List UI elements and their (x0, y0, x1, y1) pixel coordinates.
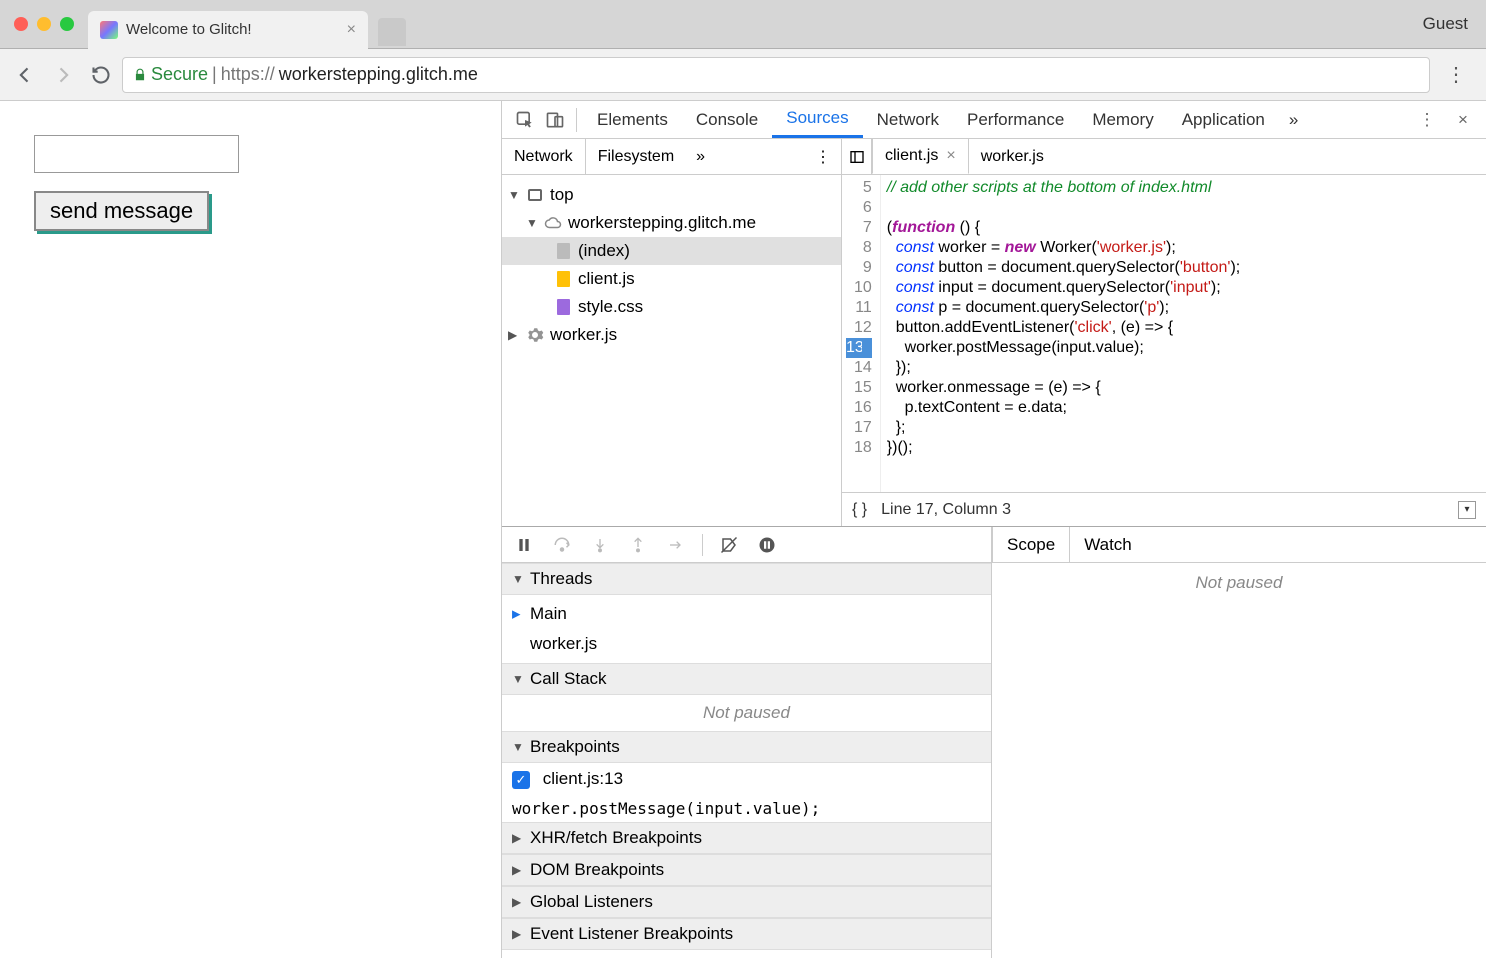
code-editor-pane: client.js×worker.js 56789101112131415161… (842, 139, 1486, 526)
page-content: send message (0, 101, 502, 958)
document-icon (557, 243, 570, 259)
js-file-icon (557, 271, 570, 287)
format-button[interactable]: { } (852, 501, 867, 519)
devtools-close-button[interactable]: × (1448, 105, 1478, 135)
tree-label: top (550, 185, 574, 205)
devtools-tab-console[interactable]: Console (682, 101, 772, 138)
breakpoint-checkbox[interactable]: ✓ (512, 771, 530, 789)
breakpoint-label: client.js:13 (543, 769, 623, 788)
event-listener-breakpoints-header[interactable]: ▶Event Listener Breakpoints (502, 918, 991, 950)
devtools-tab-elements[interactable]: Elements (583, 101, 682, 138)
file-tab-client-js[interactable]: client.js× (872, 139, 969, 174)
devtools-tab-network[interactable]: Network (863, 101, 953, 138)
tree-file-stylecss[interactable]: style.css (502, 293, 841, 321)
devtools-tab-sources[interactable]: Sources (772, 101, 862, 138)
address-toolbar: Secure | https://workerstepping.glitch.m… (0, 49, 1486, 101)
pause-on-exceptions-button[interactable] (755, 533, 779, 557)
inspect-element-button[interactable] (510, 105, 540, 135)
code-editor[interactable]: 56789101112131415161718 // add other scr… (842, 175, 1486, 492)
navigator-menu[interactable]: ⋮ (805, 147, 841, 167)
navigator-tab-filesystem[interactable]: Filesystem (586, 139, 686, 174)
reload-button[interactable] (84, 58, 118, 92)
debugger-toolbar (502, 527, 991, 563)
thread-main[interactable]: Main (502, 599, 991, 629)
address-bar[interactable]: Secure | https://workerstepping.glitch.m… (122, 57, 1430, 93)
callstack-status: Not paused (502, 695, 991, 731)
window-maximize-button[interactable] (60, 17, 74, 31)
favicon-icon (100, 21, 118, 39)
gear-icon (526, 326, 544, 344)
step-into-button[interactable] (588, 533, 612, 557)
step-button[interactable] (664, 533, 688, 557)
tree-label: workerstepping.glitch.me (568, 213, 756, 233)
tab-title: Welcome to Glitch! (126, 21, 339, 38)
url-host: workerstepping.glitch.me (279, 64, 478, 85)
breakpoint-code: worker.postMessage(input.value); (502, 795, 991, 822)
window-minimize-button[interactable] (37, 17, 51, 31)
tree-frame-top[interactable]: ▼ top (502, 181, 841, 209)
file-tab-worker-js[interactable]: worker.js (969, 139, 1056, 174)
step-over-button[interactable] (550, 533, 574, 557)
tree-file-index[interactable]: (index) (502, 237, 841, 265)
browser-menu-button[interactable]: ⋮ (1434, 62, 1478, 87)
css-file-icon (557, 299, 570, 315)
devtools-tabbar: ElementsConsoleSourcesNetworkPerformance… (502, 101, 1486, 139)
step-out-button[interactable] (626, 533, 650, 557)
back-button[interactable] (8, 58, 42, 92)
tree-domain[interactable]: ▼ workerstepping.glitch.me (502, 209, 841, 237)
profile-label[interactable]: Guest (1423, 14, 1468, 34)
devtools-tab-memory[interactable]: Memory (1078, 101, 1167, 138)
thread-worker[interactable]: worker.js (502, 629, 991, 659)
forward-button[interactable] (46, 58, 80, 92)
tree-file-clientjs[interactable]: client.js (502, 265, 841, 293)
deactivate-breakpoints-button[interactable] (717, 533, 741, 557)
watch-tab[interactable]: Watch (1070, 527, 1146, 562)
cloud-icon (544, 214, 562, 232)
tree-label: style.css (578, 297, 643, 317)
cursor-position: Line 17, Column 3 (881, 501, 1011, 519)
devtools-panel: ElementsConsoleSourcesNetworkPerformance… (502, 101, 1486, 958)
threads-section-header[interactable]: ▼Threads (502, 563, 991, 595)
debugger-pane: ▼Threads Main worker.js ▼Call Stack Not … (502, 526, 1486, 958)
navigator-tab-network[interactable]: Network (502, 139, 586, 174)
browser-tab[interactable]: Welcome to Glitch! × (88, 11, 368, 49)
scope-status: Not paused (992, 563, 1486, 958)
callstack-section-header[interactable]: ▼Call Stack (502, 663, 991, 695)
scope-tab[interactable]: Scope (992, 527, 1070, 562)
sources-navigator: NetworkFilesystem » ⋮ ▼ top ▼ workerstep… (502, 139, 842, 526)
send-message-button[interactable]: send message (34, 191, 209, 231)
message-input[interactable] (34, 135, 239, 173)
navigator-more[interactable]: » (690, 148, 711, 166)
global-listeners-header[interactable]: ▶Global Listeners (502, 886, 991, 918)
pause-button[interactable] (512, 533, 536, 557)
devtools-menu-button[interactable]: ⋮ (1412, 105, 1442, 135)
devtools-tab-performance[interactable]: Performance (953, 101, 1078, 138)
window-close-button[interactable] (14, 17, 28, 31)
breakpoint-item[interactable]: ✓ client.js:13 (502, 763, 991, 795)
url-scheme: https:// (221, 64, 275, 85)
tab-close-button[interactable]: × (347, 21, 356, 39)
file-tree: ▼ top ▼ workerstepping.glitch.me (index) (502, 175, 841, 355)
dom-breakpoints-header[interactable]: ▶DOM Breakpoints (502, 854, 991, 886)
tree-worker[interactable]: ▶ worker.js (502, 321, 841, 349)
devtools-tab-application[interactable]: Application (1168, 101, 1279, 138)
tree-label: worker.js (550, 325, 617, 345)
new-tab-button[interactable] (378, 18, 406, 46)
editor-status-bar: { } Line 17, Column 3 ▾ (842, 492, 1486, 526)
secure-label: Secure (151, 64, 208, 85)
scope-tabbar: Scope Watch (992, 527, 1486, 563)
browser-titlebar: Welcome to Glitch! × Guest (0, 0, 1486, 49)
toggle-navigator-button[interactable] (842, 139, 872, 174)
device-toolbar-button[interactable] (540, 105, 570, 135)
coverage-button[interactable]: ▾ (1458, 501, 1476, 519)
lock-icon (133, 68, 147, 82)
tree-label: client.js (578, 269, 635, 289)
breakpoints-section-header[interactable]: ▼Breakpoints (502, 731, 991, 763)
file-tab-close[interactable]: × (946, 147, 955, 165)
devtools-more-tabs[interactable]: » (1279, 110, 1308, 130)
xhr-breakpoints-header[interactable]: ▶XHR/fetch Breakpoints (502, 822, 991, 854)
tree-label: (index) (578, 241, 630, 261)
